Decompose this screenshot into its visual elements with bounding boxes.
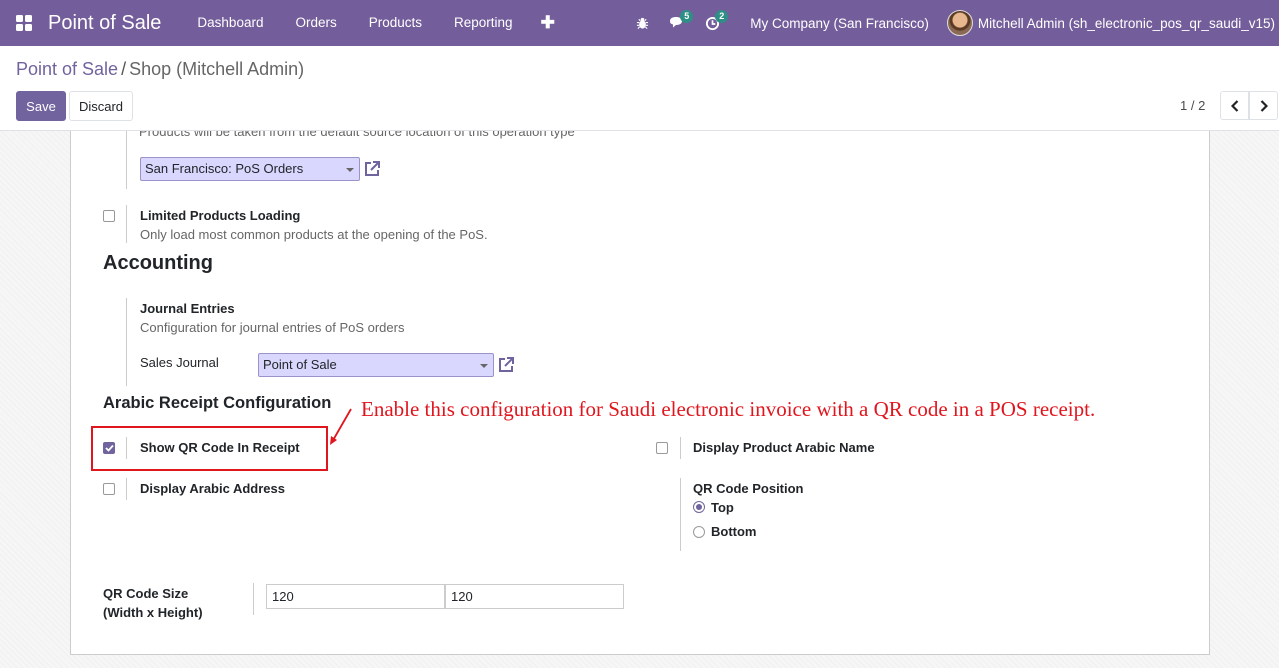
breadcrumb: Point of Sale / Shop (Mitchell Admin) <box>16 59 304 80</box>
qr-position-top-radio[interactable] <box>693 501 705 513</box>
apps-menu-icon[interactable] <box>0 0 48 46</box>
menu-products[interactable]: Products <box>353 0 438 46</box>
app-brand[interactable]: Point of Sale <box>48 12 161 35</box>
scrolled-clip: Products will be taken from the default … <box>71 131 1209 141</box>
arabic-name-checkbox[interactable] <box>656 442 668 454</box>
menu-reporting[interactable]: Reporting <box>438 0 529 46</box>
chat-icon[interactable]: 5 <box>659 0 695 46</box>
arabic-section-title: Arabic Receipt Configuration <box>103 394 332 412</box>
setting-divider <box>126 205 127 243</box>
pager-previous-button[interactable] <box>1220 91 1249 120</box>
menu-dashboard[interactable]: Dashboard <box>181 0 279 46</box>
chevron-down-icon <box>346 168 354 172</box>
qr-size-label-line1: QR Code Size <box>103 586 189 601</box>
operation-type-select[interactable]: San Francisco: PoS Orders <box>140 157 360 181</box>
journal-entries-description: Configuration for journal entries of PoS… <box>140 320 405 335</box>
user-menu[interactable]: Mitchell Admin (sh_electronic_pos_qr_sau… <box>946 10 1279 36</box>
accounting-section-title: Accounting <box>103 252 213 274</box>
sales-journal-label: Sales Journal <box>140 355 219 370</box>
annotation-text: Enable this configuration for Saudi elec… <box>361 397 1096 421</box>
annotation-highlight-box <box>91 426 328 471</box>
sales-journal-select[interactable]: Point of Sale <box>258 353 494 377</box>
control-panel: Point of Sale / Shop (Mitchell Admin) Save… <box>0 46 1279 131</box>
pager-value[interactable]: 1 / 2 <box>1180 98 1205 113</box>
bug-icon[interactable] <box>626 0 659 46</box>
discard-button[interactable]: Discard <box>69 91 133 121</box>
limited-loading-checkbox[interactable] <box>103 210 115 222</box>
breadcrumb-separator: / <box>121 59 127 79</box>
external-link-icon[interactable] <box>496 355 516 375</box>
menu-orders[interactable]: Orders <box>279 0 352 46</box>
clock-icon[interactable]: 2 <box>695 0 730 46</box>
annotation-arrow-icon <box>330 408 352 445</box>
navbar-systray: 5 2 My Company (San Francisco) Mitchell … <box>626 0 1279 46</box>
setting-divider <box>126 131 127 189</box>
operation-type-value: San Francisco: PoS Orders <box>145 161 304 176</box>
messages-count-badge: 5 <box>680 10 694 23</box>
chevron-right-icon <box>1260 99 1268 112</box>
limited-loading-title: Limited Products Loading <box>140 208 301 223</box>
qr-position-bottom-radio[interactable] <box>693 526 705 538</box>
journal-entries-title: Journal Entries <box>140 301 235 316</box>
plus-icon[interactable]: ✚ <box>529 0 567 46</box>
arabic-address-checkbox[interactable] <box>103 483 115 495</box>
setting-divider <box>253 583 254 615</box>
setting-divider <box>126 478 127 500</box>
user-name: Mitchell Admin (sh_electronic_pos_qr_sau… <box>977 15 1275 31</box>
setting-divider <box>680 478 681 551</box>
external-link-icon[interactable] <box>362 159 382 179</box>
avatar <box>946 10 973 36</box>
qr-position-top-label[interactable]: Top <box>711 500 734 515</box>
breadcrumb-current: Shop (Mitchell Admin) <box>129 59 305 79</box>
activities-count-badge: 2 <box>715 10 729 23</box>
qr-height-input[interactable]: 120 <box>445 584 624 609</box>
location-description: Products will be taken from the default … <box>139 131 575 139</box>
arabic-address-label: Display Arabic Address <box>140 481 285 496</box>
qr-width-input[interactable]: 120 <box>266 584 445 609</box>
pager-next-button[interactable] <box>1249 91 1278 120</box>
save-button[interactable]: Save <box>16 91 66 121</box>
qr-size-label-line2: (Width x Height) <box>103 605 203 620</box>
sales-journal-value: Point of Sale <box>263 357 337 372</box>
main-menu: Dashboard Orders Products Reporting <box>181 0 528 46</box>
arabic-name-label: Display Product Arabic Name <box>693 440 875 455</box>
qr-position-bottom-label[interactable]: Bottom <box>711 524 757 539</box>
setting-divider <box>680 437 681 459</box>
company-switcher[interactable]: My Company (San Francisco) <box>730 16 947 31</box>
limited-loading-description: Only load most common products at the op… <box>140 227 488 242</box>
chevron-left-icon <box>1230 99 1238 112</box>
qr-position-label: QR Code Position <box>693 481 804 496</box>
chevron-down-icon <box>480 364 488 368</box>
breadcrumb-parent-link[interactable]: Point of Sale <box>16 59 118 79</box>
top-navbar: Point of Sale Dashboard Orders Products … <box>0 0 1279 46</box>
setting-divider <box>126 298 127 386</box>
